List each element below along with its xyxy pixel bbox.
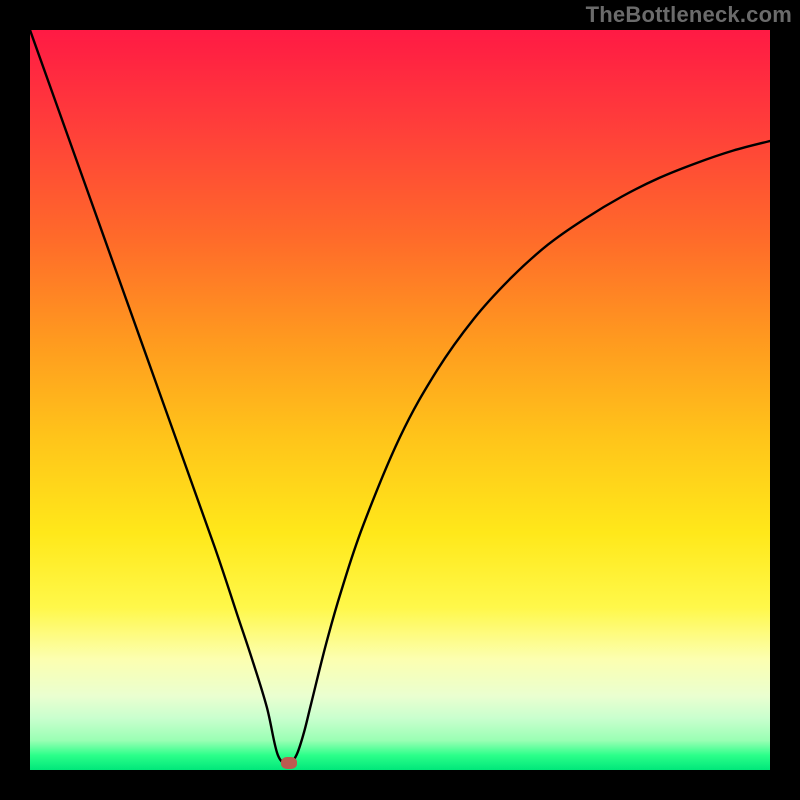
watermark-text: TheBottleneck.com: [586, 2, 792, 28]
chart-frame: TheBottleneck.com: [0, 0, 800, 800]
plot-area: [30, 30, 770, 770]
optimum-marker: [281, 757, 297, 769]
bottleneck-curve-path: [30, 30, 770, 763]
curve-svg: [30, 30, 770, 770]
